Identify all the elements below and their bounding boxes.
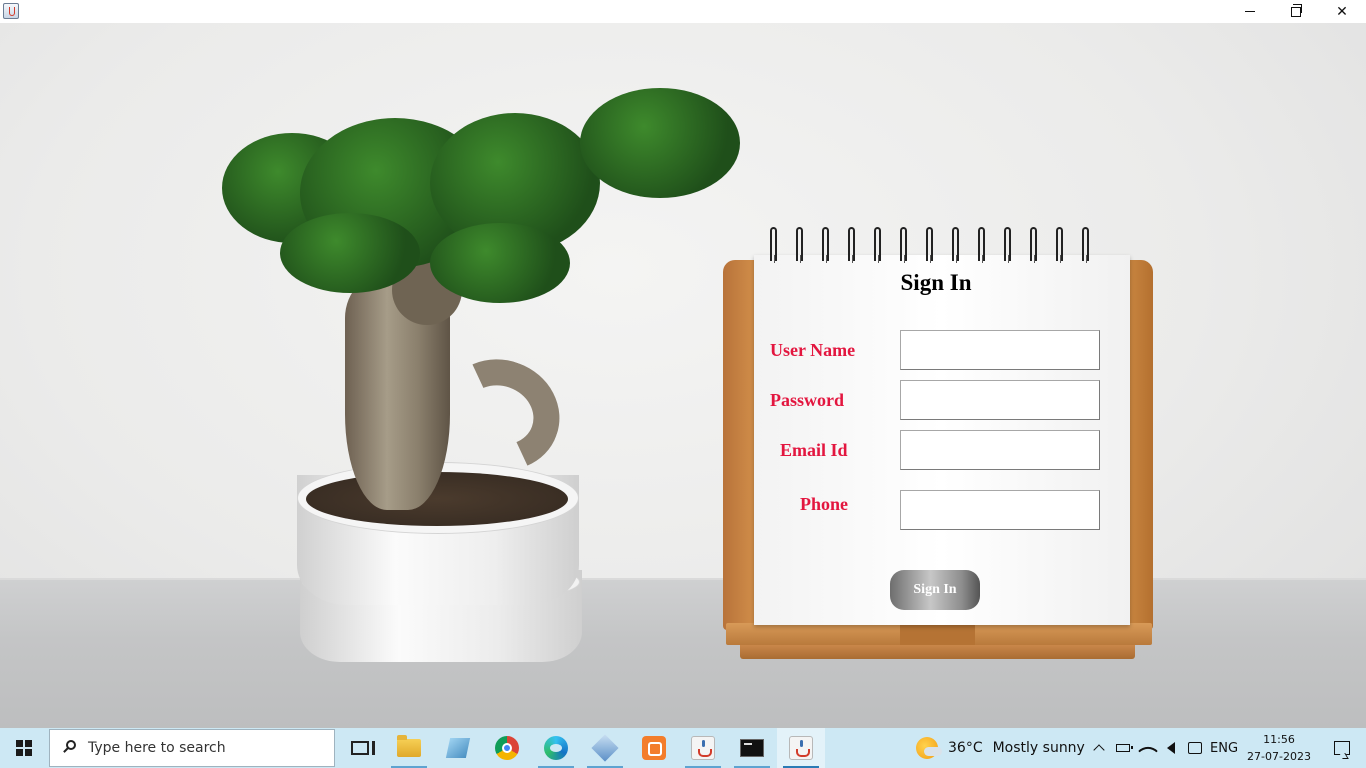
chevron-up-icon	[1093, 744, 1105, 756]
username-input[interactable]	[900, 330, 1100, 370]
spiral-ring	[874, 227, 881, 263]
weather-temp: 36°C	[948, 740, 983, 756]
taskbar-search[interactable]: Type here to search	[49, 729, 335, 767]
canopy-lower-left	[280, 213, 420, 293]
taskbar-virtualbox[interactable]	[581, 728, 629, 768]
java-icon	[789, 736, 813, 760]
taskbar-java-active[interactable]	[777, 728, 825, 768]
weather-sun-icon	[916, 737, 942, 759]
java-app-icon	[3, 3, 19, 19]
clock-date: 27-07-2023	[1247, 750, 1311, 763]
close-button[interactable]: ✕	[1319, 0, 1365, 23]
clock[interactable]: 11:56 27-07-2023	[1244, 731, 1314, 765]
spiral-ring	[1082, 227, 1089, 263]
xampp-icon	[642, 736, 666, 760]
battery-button[interactable]	[1114, 728, 1133, 768]
java-icon	[691, 736, 715, 760]
restore-button[interactable]	[1273, 0, 1319, 23]
windows-logo-icon	[16, 740, 32, 756]
stand-foot	[740, 645, 1135, 659]
weather-condition: Mostly sunny	[992, 740, 1085, 756]
email-label: Email Id	[780, 440, 848, 460]
stand-notch	[900, 623, 975, 645]
spiral-ring	[1004, 227, 1011, 263]
password-label: Password	[770, 390, 845, 410]
spiral-ring	[848, 227, 855, 263]
background-scene	[0, 23, 1366, 728]
password-input[interactable]	[900, 380, 1100, 420]
taskbar-task-view[interactable]	[336, 728, 384, 768]
notification-icon	[1334, 741, 1350, 755]
speaker-icon	[1167, 742, 1175, 754]
minimize-button[interactable]	[1227, 0, 1273, 23]
taskbar-edge[interactable]	[532, 728, 580, 768]
spiral-ring	[1056, 227, 1063, 263]
spiral-ring	[926, 227, 933, 263]
phone-label: Phone	[800, 494, 849, 514]
cube-icon	[591, 734, 619, 762]
spiral-ring	[796, 227, 803, 263]
spiral-ring	[822, 227, 829, 263]
close-icon: ✕	[1336, 3, 1348, 20]
language-indicator[interactable]: ENG	[1210, 728, 1238, 768]
phone-input[interactable]	[900, 490, 1100, 530]
spiral-ring	[900, 227, 907, 263]
taskbar-xampp[interactable]	[630, 728, 678, 768]
task-view-icon	[351, 741, 375, 755]
notepad-icon	[445, 738, 471, 758]
username-label: User Name	[770, 340, 856, 360]
start-button[interactable]	[0, 728, 48, 768]
terminal-icon	[740, 739, 764, 757]
search-placeholder: Type here to search	[88, 740, 226, 756]
restore-icon	[1291, 3, 1302, 17]
email-input[interactable]	[900, 430, 1100, 470]
spiral-ring	[952, 227, 959, 263]
taskbar-java[interactable]	[679, 728, 727, 768]
wifi-button[interactable]	[1138, 728, 1158, 768]
show-hidden-icons-button[interactable]	[1090, 728, 1108, 768]
edge-icon	[544, 736, 568, 760]
taskbar-notepad[interactable]	[434, 728, 482, 768]
taskbar: Type here to search 36°C Mostly sunny EN…	[0, 728, 1366, 768]
spiral-rings	[765, 227, 1105, 267]
network-icon	[1188, 742, 1202, 754]
sign-in-button[interactable]: Sign In	[890, 570, 980, 610]
wifi-icon	[1138, 741, 1158, 761]
network-button[interactable]	[1185, 728, 1205, 768]
volume-button[interactable]	[1162, 728, 1180, 768]
chrome-icon	[495, 736, 519, 760]
notifications-button[interactable]	[1318, 728, 1366, 768]
canopy-top-right	[580, 88, 740, 198]
minimize-icon	[1245, 11, 1255, 12]
taskbar-chrome[interactable]	[483, 728, 531, 768]
form-title: Sign In	[900, 270, 972, 295]
taskbar-terminal[interactable]	[728, 728, 776, 768]
title-bar: ✕	[0, 0, 1366, 23]
battery-icon	[1116, 744, 1133, 752]
folder-icon	[397, 735, 421, 757]
spiral-ring	[978, 227, 985, 263]
spiral-ring	[1030, 227, 1037, 263]
spiral-ring	[770, 227, 777, 263]
shelf	[0, 580, 1366, 728]
weather-widget[interactable]: 36°C Mostly sunny	[916, 728, 1085, 768]
taskbar-file-explorer[interactable]	[385, 728, 433, 768]
search-icon	[62, 740, 78, 756]
canopy-lower-right	[430, 223, 570, 303]
clock-time: 11:56	[1263, 733, 1295, 746]
